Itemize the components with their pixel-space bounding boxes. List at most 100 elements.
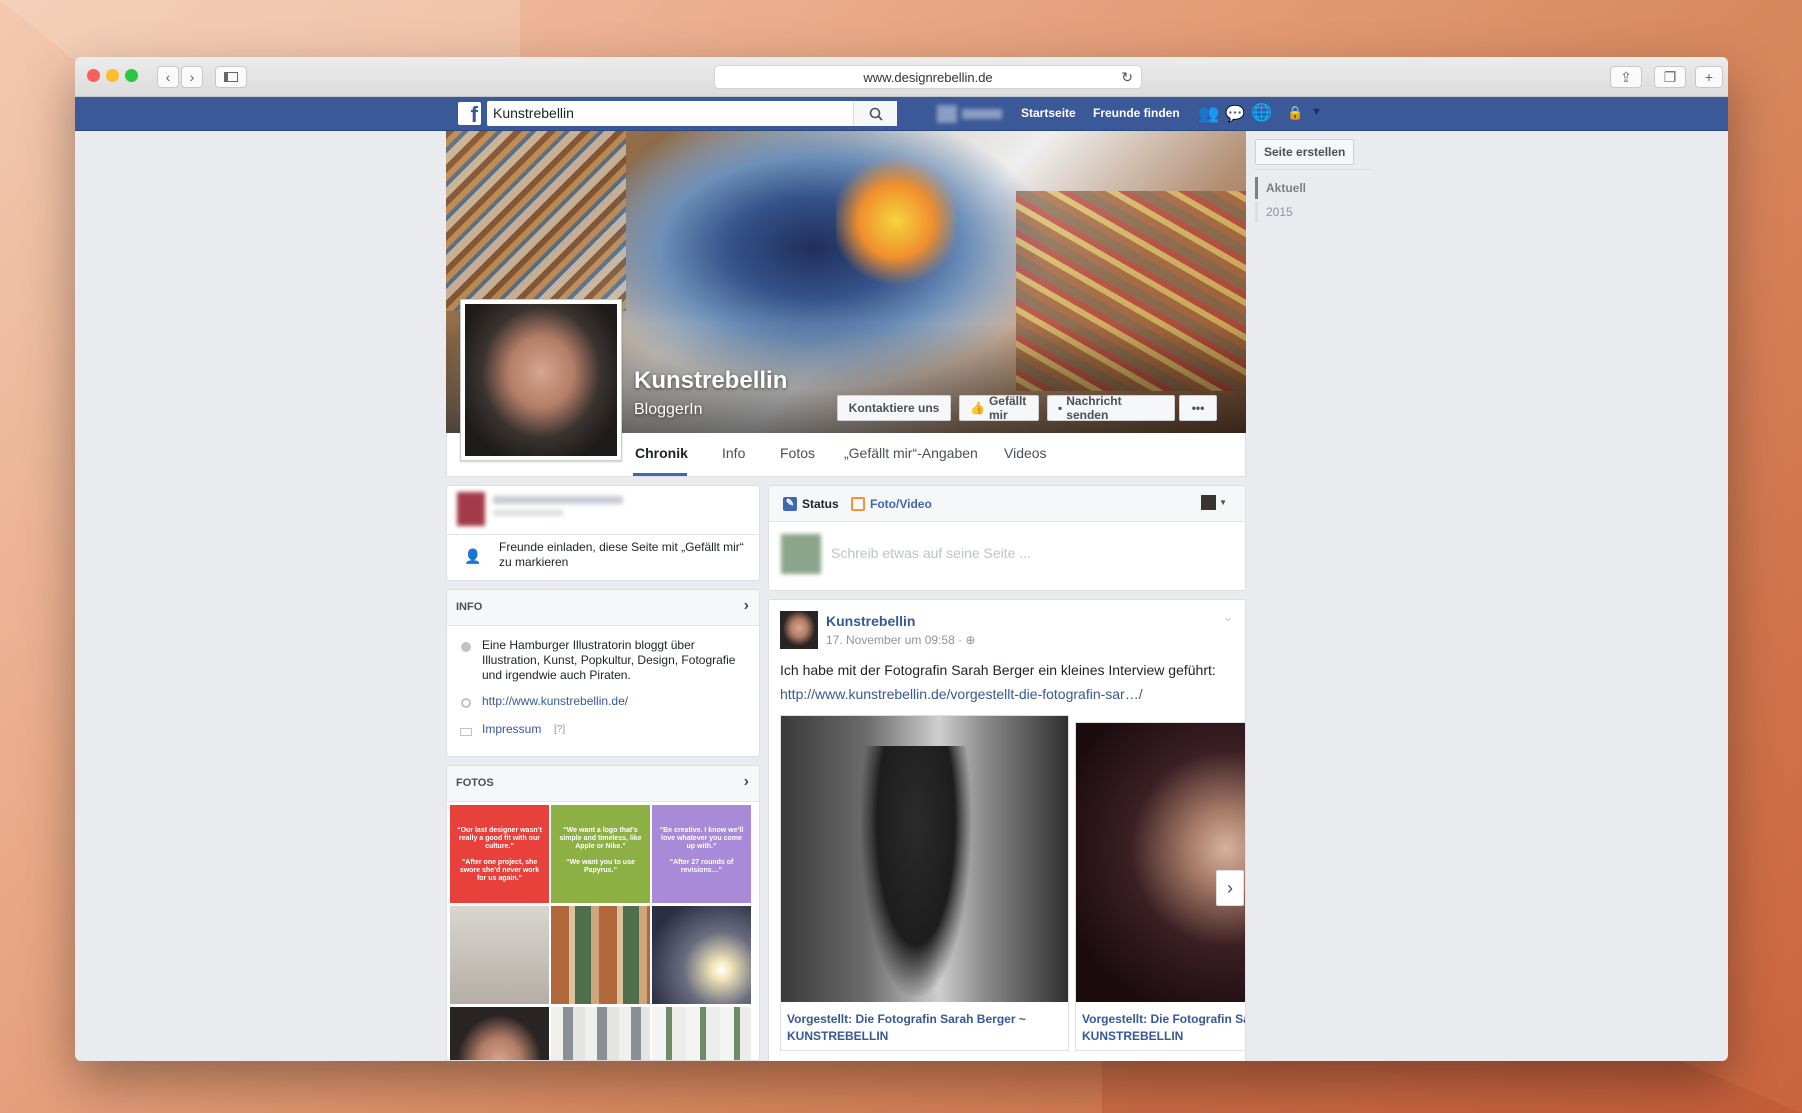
profile-picture[interactable] (460, 299, 622, 461)
search-icon (869, 107, 883, 121)
close-window-button[interactable] (87, 69, 100, 82)
forward-button[interactable]: › (181, 66, 203, 88)
share-button[interactable]: ⇪ (1610, 66, 1642, 88)
new-tab-button[interactable]: + (1695, 66, 1723, 88)
contact-us-button[interactable]: Kontaktiere uns (837, 395, 951, 421)
sidebar-icon (224, 72, 238, 82)
search-button[interactable] (853, 101, 897, 126)
photo-tile-response: “We want you to use Papyrus.” (566, 859, 635, 874)
photos-card-title: FOTOS (456, 777, 494, 789)
timeline-post: Kunstrebellin 17. November um 09:58 · ⊕ … (768, 599, 1246, 1061)
nav-home-link[interactable]: Startseite (1021, 106, 1076, 120)
sidebar-toggle-button[interactable] (215, 66, 247, 88)
post-as-avatar (1201, 495, 1217, 510)
timeline-nav-year[interactable]: 2015 (1255, 201, 1301, 223)
post-timestamp[interactable]: 17. November um 09:58 · ⊕ (826, 633, 975, 647)
photo-tile[interactable] (652, 1007, 751, 1060)
address-bar[interactable]: www.designrebellin.de ↻ (714, 65, 1142, 89)
tab-timeline[interactable]: Chronik (635, 445, 688, 461)
post-author-avatar[interactable] (780, 611, 818, 649)
share-icon: ⇪ (1620, 68, 1632, 85)
profile-avatar-blurred[interactable] (937, 105, 957, 123)
composer-status-label: Status (802, 497, 839, 511)
timeline-nav-current[interactable]: Aktuell (1255, 177, 1314, 199)
post-composer: ✎ Status Foto/Video ▼ Schreib etwas auf … (768, 485, 1246, 591)
photo-tile-quote: “Be creative. I know we’ll love whatever… (659, 827, 744, 850)
profile-name-blurred[interactable] (962, 109, 1002, 119)
composer-tabs: ✎ Status Foto/Video ▼ (769, 486, 1245, 522)
book-icon (460, 728, 472, 736)
photo-tile[interactable] (652, 906, 751, 1004)
tab-likes[interactable]: „Gefällt mir“-Angaben (844, 445, 978, 461)
website-link[interactable]: http://www.kunstrebellin.de/ (482, 694, 628, 709)
tab-info[interactable]: Info (722, 445, 745, 461)
contact-us-label: Kontaktiere uns (848, 401, 940, 415)
send-message-button[interactable]: ▪ Nachricht senden (1047, 394, 1175, 422)
invite-card: 👤 Freunde einladen, diese Seite mit „Gef… (446, 485, 760, 581)
photo-tile-response: “After one project, she swore she’d neve… (459, 859, 540, 882)
search-input[interactable]: Kunstrebellin (487, 101, 897, 126)
more-options-button[interactable]: ••• (1179, 395, 1217, 421)
back-button[interactable]: ‹ (157, 66, 179, 88)
account-menu-chevron-down-icon[interactable]: ▼ (1311, 106, 1322, 118)
chevron-left-icon: ‹ (165, 69, 171, 85)
chevron-down-icon: ▼ (1219, 498, 1227, 507)
invite-friends-icon: 👤 (464, 548, 482, 564)
post-options-chevron-down-icon[interactable]: ⌄ (1223, 610, 1233, 624)
page-title[interactable]: Kunstrebellin (634, 367, 787, 395)
photo-tile[interactable] (551, 906, 650, 1004)
blurred-avatar (457, 492, 485, 526)
privacy-shortcuts-icon[interactable]: 🔒 (1287, 105, 1303, 121)
post-attachment[interactable]: Vorgestellt: Die Fotografin Sarah Berger… (780, 715, 1069, 1051)
invite-friends-link[interactable]: Freunde einladen, diese Seite mit „Gefäl… (499, 540, 749, 570)
zoom-window-button[interactable] (125, 69, 138, 82)
impressum-link[interactable]: Impressum (482, 722, 541, 737)
tab-videos[interactable]: Videos (1004, 445, 1047, 461)
post-author-name[interactable]: Kunstrebellin (826, 613, 915, 629)
tab-photos[interactable]: Fotos (780, 445, 815, 461)
photo-tile[interactable] (551, 1007, 650, 1060)
post-as-selector[interactable]: ▼ (1201, 495, 1227, 510)
post-link[interactable]: http://www.kunstrebellin.de/vorgestellt-… (780, 686, 1143, 702)
chevron-right-icon[interactable]: › (744, 597, 749, 615)
impressum-help[interactable]: [?] (554, 724, 565, 735)
facebook-logo-icon[interactable]: f (458, 102, 481, 126)
friend-requests-icon[interactable]: 👥 (1198, 104, 1219, 124)
photo-tile[interactable] (450, 906, 549, 1004)
info-icon (461, 642, 471, 652)
photo-tile[interactable]: “Be creative. I know we’ll love whatever… (652, 805, 751, 903)
photo-tile[interactable]: “We want a logo that’s simple and timele… (551, 805, 650, 903)
nav-find-friends-link[interactable]: Freunde finden (1093, 106, 1180, 120)
search-value: Kunstrebellin (493, 105, 574, 121)
page-category[interactable]: BloggerIn (634, 401, 703, 419)
photo-icon (851, 497, 865, 511)
notifications-globe-icon[interactable]: 🌐 (1251, 103, 1272, 123)
composer-photo-video-tab[interactable]: Foto/Video (851, 497, 932, 511)
like-button[interactable]: 👍 Gefällt mir (959, 394, 1039, 422)
messages-icon[interactable]: 💬 (1225, 104, 1245, 124)
chevron-right-icon: › (189, 69, 195, 85)
minimize-window-button[interactable] (106, 69, 119, 82)
blurred-name (493, 496, 623, 504)
photos-card-header[interactable]: FOTOS › (447, 766, 759, 802)
info-card-header[interactable]: INFO › (447, 590, 759, 626)
photo-tile-quote: “Our last designer wasn’t really a good … (457, 827, 542, 850)
cover-brushes (446, 131, 626, 311)
reload-icon[interactable]: ↻ (1121, 69, 1133, 86)
attachment-image (781, 716, 1068, 1002)
photo-tile-response: “After 27 rounds of revisions…” (669, 859, 734, 874)
attachment-source: KUNSTREBELLIN (1082, 1029, 1184, 1043)
carousel-next-button[interactable]: › (1216, 870, 1244, 906)
right-rail-divider (1255, 169, 1371, 170)
photo-tile[interactable] (450, 1007, 549, 1060)
photo-tile-quote: “We want a logo that’s simple and timele… (559, 827, 642, 850)
pencil-icon: ✎ (783, 497, 797, 511)
composer-status-tab[interactable]: ✎ Status (783, 497, 839, 511)
create-page-button[interactable]: Seite erstellen (1255, 139, 1355, 165)
info-card-title: INFO (456, 601, 483, 613)
photo-tile[interactable]: “Our last designer wasn’t really a good … (450, 805, 549, 903)
more-dots-icon: ••• (1191, 401, 1205, 415)
chevron-right-icon[interactable]: › (744, 773, 749, 791)
composer-input[interactable]: Schreib etwas auf seine Seite ... (831, 545, 1031, 561)
tabs-overview-button[interactable]: ❐ (1654, 66, 1686, 88)
